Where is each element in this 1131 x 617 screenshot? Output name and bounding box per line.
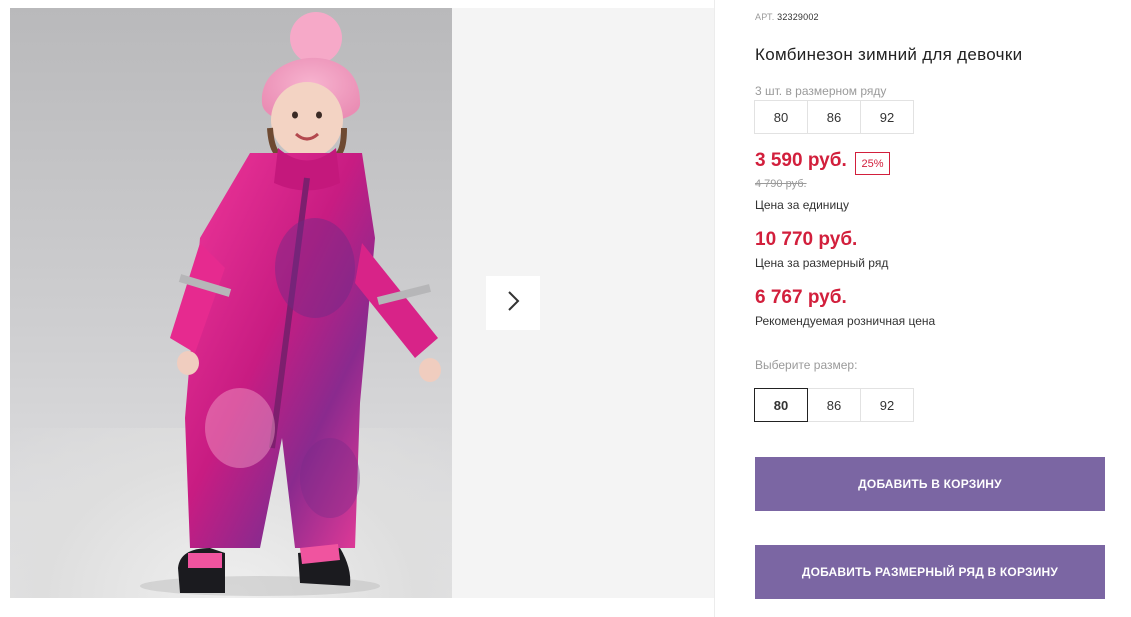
article-number: 32329002 bbox=[777, 12, 819, 22]
size-option-86[interactable]: 86 bbox=[807, 388, 861, 422]
product-photo[interactable] bbox=[10, 8, 452, 598]
rrp-price: 6 767 руб. bbox=[755, 287, 847, 308]
chevron-right-icon bbox=[505, 289, 521, 318]
discount-badge: 25% bbox=[855, 152, 890, 175]
unit-price-caption: Цена за единицу bbox=[755, 198, 850, 212]
child-in-snowsuit-image bbox=[140, 12, 441, 596]
size-option-80[interactable]: 80 bbox=[754, 388, 808, 422]
set-price: 10 770 руб. bbox=[755, 229, 858, 250]
panel-divider bbox=[714, 0, 715, 617]
add-set-to-cart-button[interactable]: ДОБАВИТЬ РАЗМЕРНЫЙ РЯД В КОРЗИНУ bbox=[755, 545, 1105, 599]
size-set-item: 80 bbox=[754, 100, 808, 134]
size-set-item: 86 bbox=[807, 100, 861, 134]
rrp-price-caption: Рекомендуемая розничная цена bbox=[755, 314, 936, 328]
old-price: 4 790 руб. bbox=[755, 178, 807, 190]
size-picker: 80 86 92 bbox=[754, 388, 914, 422]
size-picker-label: Выберите размер: bbox=[755, 358, 858, 372]
size-set-note: 3 шт. в размерном ряду bbox=[755, 84, 887, 98]
article-label: АРТ. bbox=[755, 12, 775, 22]
size-set-list: 80 86 92 bbox=[754, 100, 914, 134]
size-set-item: 92 bbox=[860, 100, 914, 134]
article-line: АРТ. 32329002 bbox=[755, 12, 819, 22]
set-price-caption: Цена за размерный ряд bbox=[755, 256, 889, 270]
size-option-92[interactable]: 92 bbox=[860, 388, 914, 422]
product-title: Комбинезон зимний для девочки bbox=[755, 45, 1023, 64]
add-to-cart-button[interactable]: ДОБАВИТЬ В КОРЗИНУ bbox=[755, 457, 1105, 511]
unit-price: 3 590 руб. bbox=[755, 150, 847, 171]
gallery-next-button[interactable] bbox=[486, 276, 540, 330]
product-gallery bbox=[10, 8, 715, 598]
